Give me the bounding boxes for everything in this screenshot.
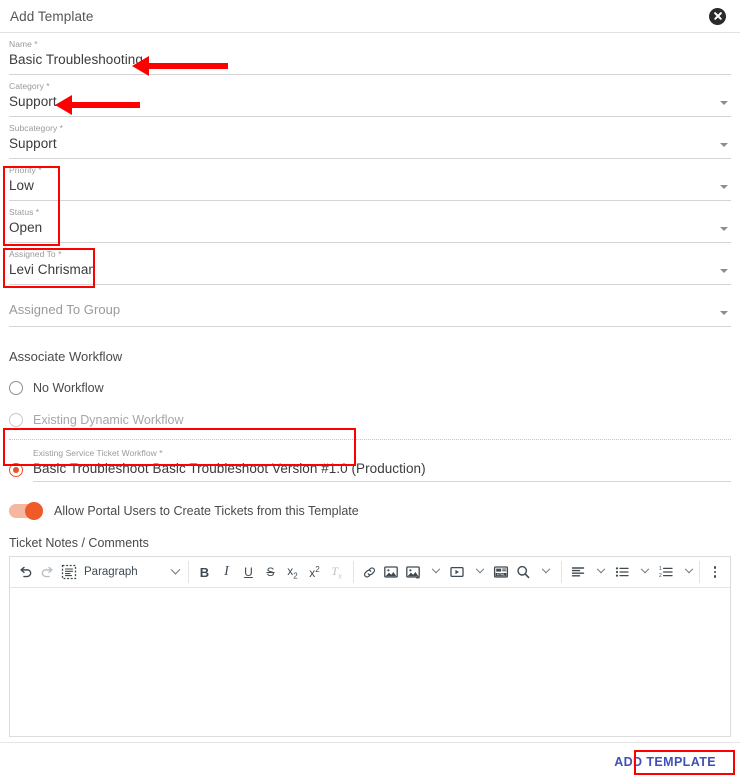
svg-text:2: 2 — [659, 573, 662, 579]
dialog-header: Add Template — [0, 0, 740, 33]
toolbar-divider — [352, 561, 353, 583]
status-field-value: Open — [9, 220, 43, 235]
superscript-icon[interactable]: x2 — [304, 560, 326, 584]
assigned-to-group-placeholder: Assigned To Group — [9, 302, 121, 317]
portal-users-toggle-label: Allow Portal Users to Create Tickets fro… — [54, 504, 359, 518]
find-replace-icon[interactable] — [512, 560, 534, 584]
chevron-down-icon[interactable] — [720, 185, 728, 189]
rich-text-editor: Paragraph B I U S x2 x2 Tx HTML 1 2 — [9, 556, 731, 737]
assigned-to-field-label: Assigned To * — [9, 249, 62, 259]
ticket-notes-caption: Ticket Notes / Comments — [9, 536, 149, 550]
priority-field[interactable]: Priority * Low — [9, 159, 731, 201]
chevron-down-icon[interactable] — [677, 560, 699, 584]
underline-icon[interactable]: U — [238, 560, 260, 584]
radio-existing-dynamic-workflow[interactable]: Existing Dynamic Workflow — [9, 410, 731, 430]
priority-field-label: Priority * — [9, 165, 42, 175]
radio-existing-dynamic-workflow-label: Existing Dynamic Workflow — [33, 413, 184, 427]
radio-existing-service-ticket-workflow[interactable]: Existing Service Ticket Workflow * Basic… — [9, 444, 731, 482]
toggle-knob — [25, 502, 43, 520]
portal-users-toggle[interactable] — [9, 502, 43, 520]
add-template-button[interactable]: ADD TEMPLATE — [606, 750, 724, 774]
subcategory-field-label: Subcategory * — [9, 123, 64, 133]
editor-toolbar: Paragraph B I U S x2 x2 Tx HTML 1 2 — [10, 557, 730, 588]
workflow-divider — [9, 439, 731, 440]
assigned-to-field-value: Levi Chrisman — [9, 262, 96, 277]
subcategory-field-value: Support — [9, 136, 57, 151]
chevron-down-icon[interactable] — [534, 560, 556, 584]
category-field[interactable]: Category * Support — [9, 75, 731, 117]
name-field-label: Name * — [9, 39, 38, 49]
link-icon[interactable] — [358, 560, 380, 584]
toolbar-divider — [698, 561, 699, 583]
portal-users-toggle-row[interactable]: Allow Portal Users to Create Tickets fro… — [9, 502, 731, 520]
chevron-down-icon — [170, 564, 181, 575]
numbered-list-icon[interactable]: 12 — [655, 560, 677, 584]
name-field[interactable]: Name * Basic Troubleshooting — [9, 33, 731, 75]
category-field-value: Support — [9, 94, 57, 109]
chevron-down-icon[interactable] — [720, 227, 728, 231]
chevron-down-icon[interactable] — [720, 269, 728, 273]
close-circle-icon[interactable] — [709, 7, 726, 25]
paragraph-format-label: Paragraph — [84, 566, 138, 578]
radio-checked-icon[interactable] — [9, 463, 23, 477]
align-left-icon[interactable] — [567, 560, 589, 584]
italic-icon[interactable]: I — [216, 560, 238, 584]
remove-format-icon[interactable]: Tx — [326, 560, 348, 584]
existing-service-ticket-workflow-value: Basic Troubleshoot Basic Troubleshoot Ve… — [33, 461, 426, 476]
form-body: Name * Basic Troubleshooting Category * … — [0, 33, 740, 737]
bulleted-list-icon[interactable] — [611, 560, 633, 584]
strikethrough-icon[interactable]: S — [260, 560, 282, 584]
category-field-label: Category * — [9, 81, 50, 91]
paragraph-format-dropdown[interactable]: Paragraph — [80, 564, 183, 578]
existing-service-ticket-workflow-label: Existing Service Ticket Workflow * — [33, 448, 163, 458]
redo-icon[interactable] — [36, 560, 58, 584]
video-icon[interactable] — [446, 560, 468, 584]
chevron-down-icon[interactable] — [424, 560, 446, 584]
radio-unchecked-icon[interactable] — [9, 381, 23, 395]
existing-service-ticket-workflow-field[interactable]: Existing Service Ticket Workflow * Basic… — [33, 444, 731, 482]
more-options-icon[interactable] — [704, 560, 726, 584]
priority-field-value: Low — [9, 178, 34, 193]
radio-no-workflow[interactable]: No Workflow — [9, 378, 731, 398]
source-code-icon[interactable] — [58, 560, 80, 584]
radio-unchecked-icon[interactable] — [9, 413, 23, 427]
radio-no-workflow-label: No Workflow — [33, 381, 104, 395]
status-field-label: Status * — [9, 207, 40, 217]
chevron-down-icon[interactable] — [633, 560, 655, 584]
embed-html-icon[interactable]: HTML — [490, 560, 512, 584]
subcategory-field[interactable]: Subcategory * Support — [9, 117, 731, 159]
toolbar-divider — [188, 561, 189, 583]
name-field-value: Basic Troubleshooting — [9, 52, 143, 67]
undo-icon[interactable] — [14, 560, 36, 584]
svg-text:HTML: HTML — [497, 573, 505, 577]
chevron-down-icon[interactable] — [468, 560, 490, 584]
chevron-down-icon[interactable] — [589, 560, 611, 584]
image-upload-icon[interactable] — [402, 560, 424, 584]
assigned-to-field[interactable]: Assigned To * Levi Chrisman — [9, 243, 731, 285]
assigned-to-group-field[interactable]: Assigned To Group — [9, 285, 731, 327]
subscript-icon[interactable]: x2 — [282, 560, 304, 584]
toolbar-divider — [561, 561, 562, 583]
chevron-down-icon[interactable] — [720, 101, 728, 105]
svg-text:1: 1 — [659, 566, 662, 572]
dialog-footer: ADD TEMPLATE — [0, 742, 740, 781]
associate-workflow-title: Associate Workflow — [9, 349, 123, 364]
image-icon[interactable] — [380, 560, 402, 584]
chevron-down-icon[interactable] — [720, 143, 728, 147]
bold-icon[interactable]: B — [194, 560, 216, 584]
status-field[interactable]: Status * Open — [9, 201, 731, 243]
chevron-down-icon[interactable] — [720, 311, 728, 315]
dialog-title: Add Template — [10, 8, 94, 24]
editor-content-area[interactable] — [10, 588, 730, 736]
